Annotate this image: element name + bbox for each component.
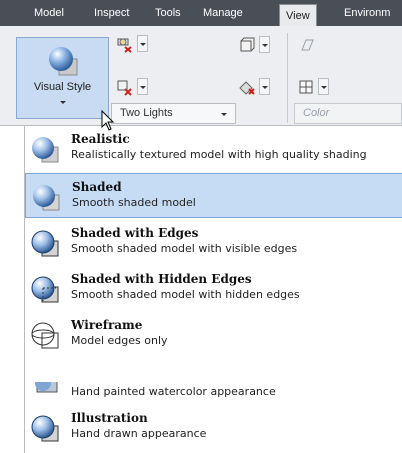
menu-scroll-gap	[25, 356, 402, 382]
sphere-hidden-edges-icon	[31, 276, 59, 303]
tab-environment[interactable]: Environm	[344, 0, 390, 26]
mouse-cursor-icon	[101, 110, 115, 131]
menu-item-illustration[interactable]: Illustration Hand drawn appearance	[25, 405, 402, 450]
cube-view-icon[interactable]	[237, 36, 257, 54]
edges-dropdown[interactable]	[137, 78, 148, 95]
sphere-realistic-icon	[32, 137, 59, 163]
ribbon-tab-bar: Model Inspect Tools Manage View Environm	[0, 0, 402, 26]
menu-item-description: Realistically textured model with high q…	[71, 148, 367, 161]
visual-style-menu: Realistic Realistically textured model w…	[24, 126, 402, 453]
shadow-icon[interactable]	[237, 78, 257, 96]
color-field-placeholder: Color	[303, 107, 330, 119]
cube-view-dropdown[interactable]	[259, 36, 270, 53]
menu-item-watercolor[interactable]: Hand painted watercolor appearance	[25, 382, 402, 404]
show-edges-icon[interactable]	[115, 78, 135, 96]
menu-item-title: Wireframe	[71, 318, 143, 332]
menu-item-shaded-with-edges[interactable]: Shaded with Edges Smooth shaded model wi…	[25, 220, 402, 265]
menu-item-description: Smooth shaded model with hidden edges	[71, 288, 300, 301]
menu-item-description: Model edges only	[71, 334, 168, 347]
menu-item-title: Shaded	[72, 180, 122, 194]
chevron-down-icon	[60, 101, 66, 104]
tab-view[interactable]: View	[279, 4, 317, 26]
ribbon-separator	[287, 33, 288, 123]
sphere-shaded-icon	[33, 185, 60, 211]
watercolor-icon	[35, 382, 58, 393]
menu-item-wireframe[interactable]: Wireframe Model edges only	[25, 312, 402, 357]
faces-dropdown[interactable]	[137, 35, 148, 52]
tab-inspect[interactable]: Inspect	[94, 0, 129, 26]
color-field[interactable]: Color	[294, 103, 402, 124]
menu-item-description: Hand painted watercolor appearance	[71, 385, 276, 398]
grid-dropdown[interactable]	[318, 78, 329, 95]
menu-item-title: Realistic	[71, 132, 130, 146]
lights-dropdown[interactable]: Two Lights	[111, 103, 236, 124]
menu-item-shaded-with-hidden-edges[interactable]: Shaded with Hidden Edges Smooth shaded m…	[25, 266, 402, 311]
visual-style-button[interactable]: Visual Style	[16, 37, 109, 119]
wireframe-icon	[31, 322, 59, 349]
menu-item-realistic[interactable]: Realistic Realistically textured model w…	[25, 126, 402, 171]
visual-style-label: Visual Style	[33, 81, 92, 93]
material-icon[interactable]	[297, 36, 317, 54]
tab-manage[interactable]: Manage	[203, 0, 243, 26]
lights-dropdown-value: Two Lights	[120, 107, 173, 119]
menu-item-shaded[interactable]: Shaded Smooth shaded model	[25, 173, 402, 218]
menu-item-description: Smooth shaded model with visible edges	[71, 242, 298, 255]
tab-tools[interactable]: Tools	[155, 0, 181, 26]
menu-item-title: Illustration	[71, 411, 148, 425]
sphere-edges-icon	[31, 230, 59, 257]
tab-model[interactable]: Model	[34, 0, 64, 26]
grid-icon[interactable]	[297, 78, 317, 96]
sphere-illustration-icon	[31, 415, 59, 442]
chevron-down-icon	[221, 113, 227, 116]
menu-item-description: Hand drawn appearance	[71, 427, 207, 440]
menu-item-title: Shaded with Edges	[71, 226, 199, 240]
sphere-shaded-icon	[49, 47, 78, 76]
shadow-dropdown[interactable]	[259, 78, 270, 95]
app-window: Model Inspect Tools Manage View Environm…	[0, 0, 402, 453]
show-faces-icon[interactable]	[115, 35, 135, 53]
menu-item-title: Shaded with Hidden Edges	[71, 272, 252, 286]
menu-item-description: Smooth shaded model	[72, 196, 196, 209]
